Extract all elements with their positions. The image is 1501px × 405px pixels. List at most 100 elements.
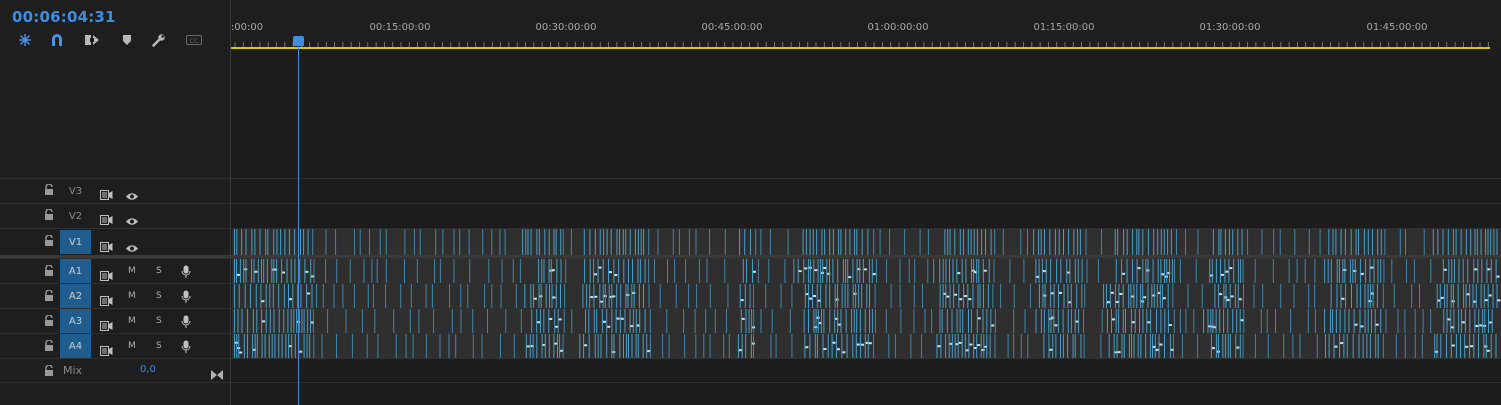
clip-edge[interactable] — [1133, 334, 1135, 359]
clip-edge[interactable] — [540, 284, 542, 309]
clip-edge[interactable] — [823, 309, 825, 334]
keyframe-mark[interactable] — [598, 266, 602, 269]
a2-clips[interactable] — [232, 284, 1501, 309]
keyframe-mark[interactable] — [1107, 301, 1110, 304]
clip-edge[interactable] — [726, 309, 727, 334]
keyframe-mark[interactable] — [1440, 296, 1444, 299]
clip-edge[interactable] — [829, 309, 831, 334]
clip-edge[interactable] — [1083, 309, 1084, 334]
clip-edge[interactable] — [1453, 309, 1455, 334]
keyframe-mark[interactable] — [558, 318, 562, 321]
clip-edge[interactable] — [1496, 229, 1498, 256]
clip-edge[interactable] — [1142, 309, 1144, 334]
clip-edge[interactable] — [418, 309, 420, 334]
keyframe-mark[interactable] — [832, 341, 836, 344]
keyframe-mark[interactable] — [946, 295, 950, 298]
clip-edge[interactable] — [300, 284, 302, 309]
clip-edge[interactable] — [1446, 309, 1448, 334]
clip-edge[interactable] — [1463, 284, 1465, 309]
clip-edge[interactable] — [1038, 284, 1040, 309]
clip-edge[interactable] — [234, 334, 235, 359]
keyframe-mark[interactable] — [823, 267, 827, 269]
clip-edge[interactable] — [992, 284, 994, 309]
clip-edge[interactable] — [564, 284, 566, 309]
clip-edge[interactable] — [468, 229, 470, 256]
clip-edge[interactable] — [1224, 229, 1226, 256]
clip-edge[interactable] — [238, 284, 240, 309]
clip-edge[interactable] — [1439, 284, 1441, 309]
clip-edge[interactable] — [410, 284, 412, 309]
clip-edge[interactable] — [924, 309, 926, 334]
clip-edge[interactable] — [247, 334, 248, 359]
clip-edge[interactable] — [769, 229, 771, 256]
mute-button[interactable]: M — [128, 341, 136, 351]
keyframe-mark[interactable] — [1137, 267, 1141, 270]
clip-edge[interactable] — [939, 309, 941, 334]
clip-edge[interactable] — [291, 334, 293, 359]
clip-edge[interactable] — [1227, 309, 1229, 334]
clip-edge[interactable] — [983, 284, 984, 309]
clip-edge[interactable] — [978, 259, 980, 284]
clip-edge[interactable] — [1050, 259, 1052, 284]
clip-edge[interactable] — [1382, 334, 1384, 359]
clip-edge[interactable] — [899, 284, 901, 309]
clip-edge[interactable] — [1185, 229, 1186, 256]
clip-edge[interactable] — [269, 309, 271, 334]
clip-edge[interactable] — [1367, 284, 1369, 309]
clip-edge[interactable] — [1460, 309, 1462, 334]
clip-edge[interactable] — [1406, 259, 1407, 284]
clip-edge[interactable] — [672, 229, 674, 256]
clip-edge[interactable] — [635, 334, 637, 359]
a1-clips[interactable] — [232, 259, 1501, 284]
clip-edge[interactable] — [259, 229, 261, 256]
clip-edge[interactable] — [582, 284, 584, 309]
keyframe-mark[interactable] — [239, 351, 243, 354]
clip-edge[interactable] — [312, 229, 314, 256]
clip-edge[interactable] — [459, 229, 461, 256]
clip-edge[interactable] — [1038, 229, 1040, 256]
clip-edge[interactable] — [1397, 309, 1399, 334]
clip-edge[interactable] — [299, 259, 301, 284]
clip-edge[interactable] — [1000, 284, 1002, 309]
clip-edge[interactable] — [1152, 259, 1154, 284]
keyframe-mark[interactable] — [954, 293, 958, 296]
clip-edge[interactable] — [543, 259, 545, 284]
clip-edge[interactable] — [760, 229, 762, 256]
clip-edge[interactable] — [335, 229, 337, 256]
keyframe-mark[interactable] — [584, 344, 588, 347]
clip-edge[interactable] — [333, 284, 335, 309]
clip-edge[interactable] — [1457, 284, 1459, 309]
clip-edge[interactable] — [1496, 284, 1498, 309]
clip-edge[interactable] — [855, 284, 857, 309]
clip-edge[interactable] — [1080, 334, 1082, 359]
clip-edge[interactable] — [953, 284, 955, 309]
keyframe-mark[interactable] — [1042, 270, 1046, 273]
clip-edge[interactable] — [1261, 229, 1263, 256]
clip-edge[interactable] — [958, 284, 960, 309]
clip-edge[interactable] — [536, 334, 538, 359]
clip-edge[interactable] — [1062, 309, 1064, 334]
clip-edge[interactable] — [409, 309, 411, 334]
clip-edge[interactable] — [1462, 259, 1464, 284]
clip-edge[interactable] — [322, 284, 324, 309]
clip-edge[interactable] — [993, 259, 995, 284]
clip-edge[interactable] — [927, 229, 929, 256]
clip-edge[interactable] — [1440, 334, 1442, 359]
linked-selection-icon[interactable] — [83, 32, 101, 48]
clip-edge[interactable] — [519, 259, 521, 284]
clip-edge[interactable] — [633, 284, 635, 309]
clip-edge[interactable] — [964, 334, 966, 359]
clip-edge[interactable] — [841, 334, 843, 359]
keyframe-mark[interactable] — [1370, 266, 1374, 269]
clip-edge[interactable] — [303, 309, 305, 334]
clip-edge[interactable] — [859, 309, 861, 334]
clip-edge[interactable] — [274, 334, 276, 359]
keyframe-mark[interactable] — [261, 300, 265, 303]
lock-icon[interactable] — [44, 314, 54, 329]
clip-edge[interactable] — [753, 284, 754, 309]
clip-edge[interactable] — [1063, 229, 1064, 256]
clip-edge[interactable] — [515, 284, 517, 309]
clip-edge[interactable] — [301, 309, 303, 334]
clip-edge[interactable] — [639, 309, 641, 334]
clip-edge[interactable] — [1078, 309, 1080, 334]
